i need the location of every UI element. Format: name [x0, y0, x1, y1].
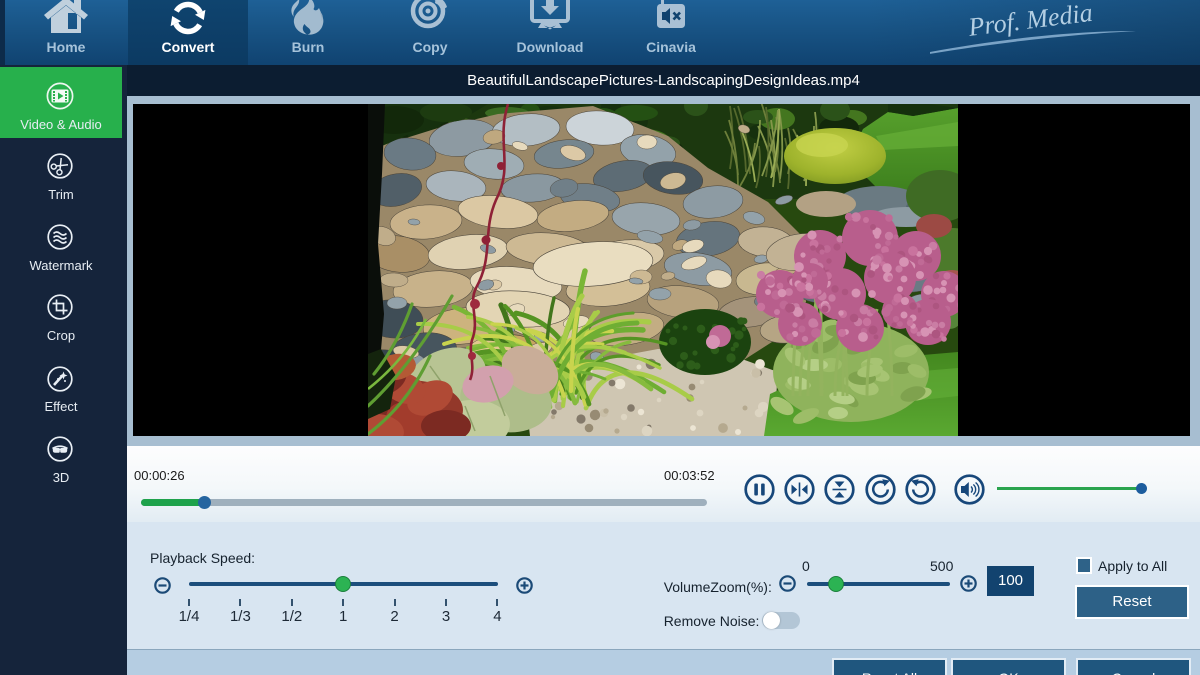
svg-text:Prof. Media: Prof. Media [966, 0, 1094, 42]
